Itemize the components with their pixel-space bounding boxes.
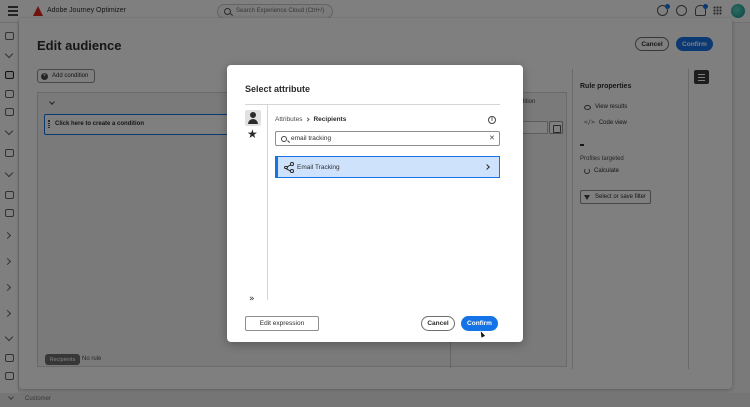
- dialog-cancel-button[interactable]: Cancel: [421, 316, 455, 331]
- clear-icon[interactable]: ✕: [489, 134, 495, 142]
- dialog-confirm-button[interactable]: Confirm: [461, 316, 498, 331]
- dialog-title: Select attribute: [245, 84, 311, 94]
- info-icon[interactable]: i: [488, 116, 496, 124]
- chevron-right-icon: [305, 117, 311, 122]
- person-icon[interactable]: [245, 110, 261, 126]
- attribute-search-input[interactable]: [291, 133, 481, 144]
- breadcrumb-attributes[interactable]: Attributes: [275, 116, 302, 123]
- breadcrumb-recipients: Recipients: [313, 116, 347, 123]
- list-item-label: Email Tracking: [297, 164, 340, 171]
- chevron-right-icon: [484, 164, 490, 170]
- list-item[interactable]: Email Tracking: [275, 156, 500, 178]
- link-icon: [284, 162, 295, 173]
- attribute-search[interactable]: ✕: [275, 131, 500, 146]
- divider: [245, 104, 500, 105]
- expand-icon[interactable]: »: [249, 294, 255, 304]
- breadcrumb: Attributes Recipients: [275, 116, 346, 123]
- edit-expression-button[interactable]: Edit expression: [245, 316, 319, 331]
- select-attribute-dialog: Select attribute ★ » Attributes Recipien…: [227, 65, 523, 342]
- star-icon[interactable]: ★: [247, 127, 258, 141]
- search-icon: [281, 135, 287, 142]
